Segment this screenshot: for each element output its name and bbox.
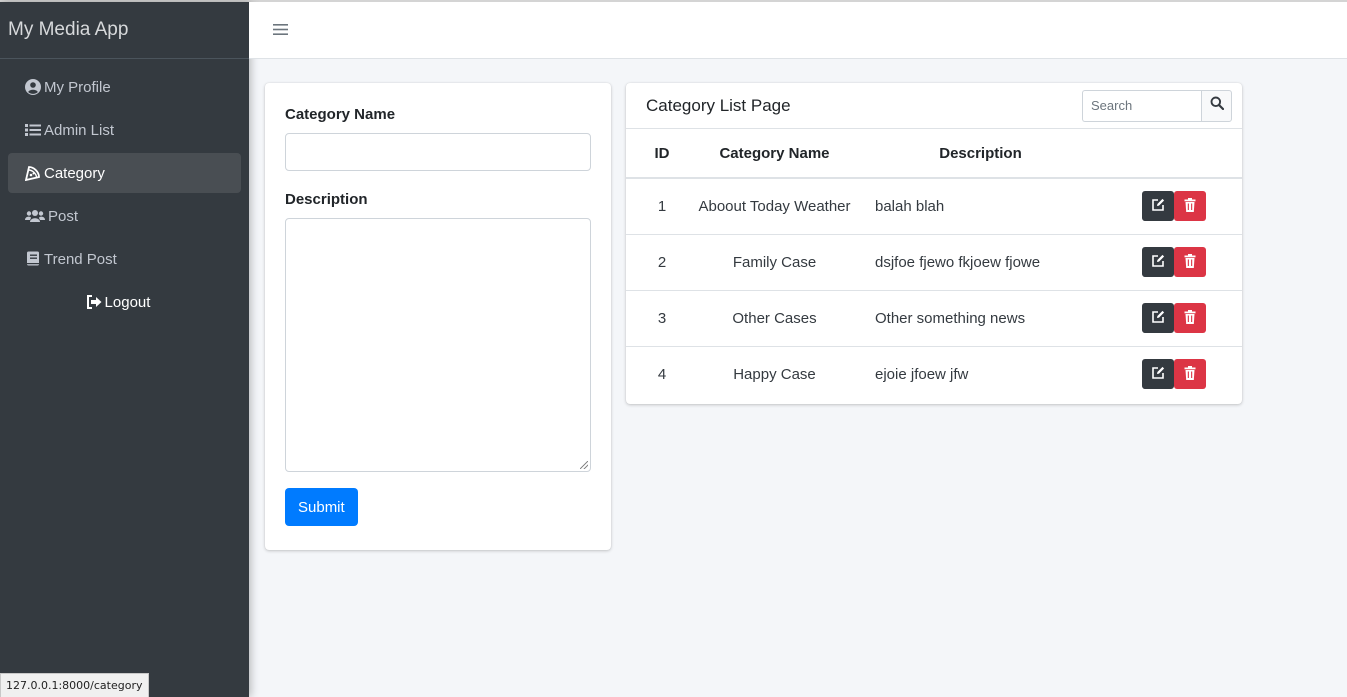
sidebar-item-label: Admin List	[44, 121, 115, 139]
cell-actions	[1110, 234, 1242, 291]
sidebar-item-label: Category	[44, 164, 105, 182]
cell-id: 1	[626, 178, 698, 235]
cell-category-name: Aboout Today Weather	[698, 178, 851, 235]
hamburger-menu-icon[interactable]	[273, 20, 288, 41]
browser-status-url: 127.0.0.1:8000/category	[0, 673, 149, 697]
description-textarea[interactable]	[285, 218, 591, 472]
cell-id: 2	[626, 234, 698, 291]
category-form-card: Category Name Description Submit	[265, 83, 611, 550]
user-circle-icon	[24, 79, 42, 95]
top-navbar	[249, 2, 1347, 59]
sidebar-item-category[interactable]: Category	[8, 153, 241, 193]
submit-button[interactable]: Submit	[285, 488, 358, 526]
edit-button[interactable]	[1142, 191, 1174, 222]
cell-actions	[1110, 290, 1242, 347]
column-header-category-name: Category Name	[698, 129, 851, 179]
sidebar-item-label: Post	[48, 207, 79, 225]
pizza-icon	[24, 165, 42, 181]
trash-icon	[1184, 309, 1196, 327]
category-table: ID Category Name Description 1 Aboout To…	[626, 129, 1242, 402]
column-header-actions	[1110, 129, 1242, 179]
edit-button[interactable]	[1142, 359, 1174, 390]
table-row: 1 Aboout Today Weather balah blah	[626, 178, 1242, 235]
edit-icon	[1151, 310, 1165, 327]
cell-description: ejoie jfoew jfw	[875, 365, 969, 383]
resize-handle-icon[interactable]	[580, 461, 588, 469]
description-label: Description	[285, 191, 368, 208]
trash-icon	[1184, 197, 1196, 215]
logout-button[interactable]: Logout	[8, 282, 241, 322]
search-group: Search	[1082, 89, 1232, 122]
edit-icon	[1151, 366, 1165, 383]
users-icon	[24, 208, 46, 224]
category-list-card: Category List Page Search ID Category Na…	[626, 83, 1242, 404]
cell-actions	[1110, 178, 1242, 235]
list-icon	[24, 122, 42, 138]
sidebar-item-label: Trend Post	[44, 250, 117, 268]
book-icon	[24, 251, 42, 267]
column-header-description: Description	[851, 129, 1110, 179]
sidebar-item-label: My Profile	[44, 78, 111, 96]
delete-button[interactable]	[1174, 303, 1206, 333]
category-name-label: Category Name	[285, 106, 396, 123]
delete-button[interactable]	[1174, 359, 1206, 390]
list-header: Category List Page Search	[626, 83, 1242, 129]
edit-button[interactable]	[1142, 247, 1174, 277]
edit-button[interactable]	[1142, 303, 1174, 333]
search-button[interactable]	[1201, 89, 1232, 122]
cell-id: 3	[626, 290, 698, 347]
cell-description: dsjfoe fjewo fkjoew fjowe	[851, 234, 1110, 291]
edit-icon	[1151, 198, 1165, 215]
cell-description: balah blah	[851, 178, 1110, 235]
sign-out-icon	[85, 294, 103, 310]
table-row: 4 Happy Case ejoie jfoew jfw	[626, 346, 1242, 402]
cell-actions	[1110, 346, 1242, 402]
cell-id: 4	[657, 365, 667, 383]
search-input[interactable]: Search	[1082, 89, 1201, 122]
list-title: Category List Page	[646, 95, 791, 115]
table-row: 2 Family Case dsjfoe fjewo fkjoew fjowe	[626, 234, 1242, 291]
brand-title[interactable]: My Media App	[0, 2, 249, 59]
trash-icon	[1184, 365, 1196, 383]
search-icon	[1210, 96, 1224, 115]
logout-label: Logout	[104, 293, 151, 311]
cell-category-name: Other Cases	[698, 290, 851, 347]
sidebar-item-my-profile[interactable]: My Profile	[8, 67, 241, 107]
trash-icon	[1184, 253, 1196, 271]
cell-category-name: Happy Case	[733, 365, 816, 383]
delete-button[interactable]	[1174, 247, 1206, 277]
column-header-id: ID	[626, 129, 698, 179]
category-name-input[interactable]	[285, 133, 591, 171]
edit-icon	[1151, 254, 1165, 271]
sidebar: My Media App My Profile Admin List Categ…	[0, 2, 249, 697]
delete-button[interactable]	[1174, 191, 1206, 222]
sidebar-item-admin-list[interactable]: Admin List	[8, 110, 241, 150]
cell-description: Other something news	[851, 290, 1110, 347]
sidebar-item-trend-post[interactable]: Trend Post	[8, 239, 241, 279]
table-header-row: ID Category Name Description	[626, 129, 1242, 179]
cell-category-name: Family Case	[698, 234, 851, 291]
sidebar-nav: My Profile Admin List Category Post Tren…	[0, 59, 249, 333]
table-row: 3 Other Cases Other something news	[626, 290, 1242, 347]
sidebar-item-post[interactable]: Post	[8, 196, 241, 236]
